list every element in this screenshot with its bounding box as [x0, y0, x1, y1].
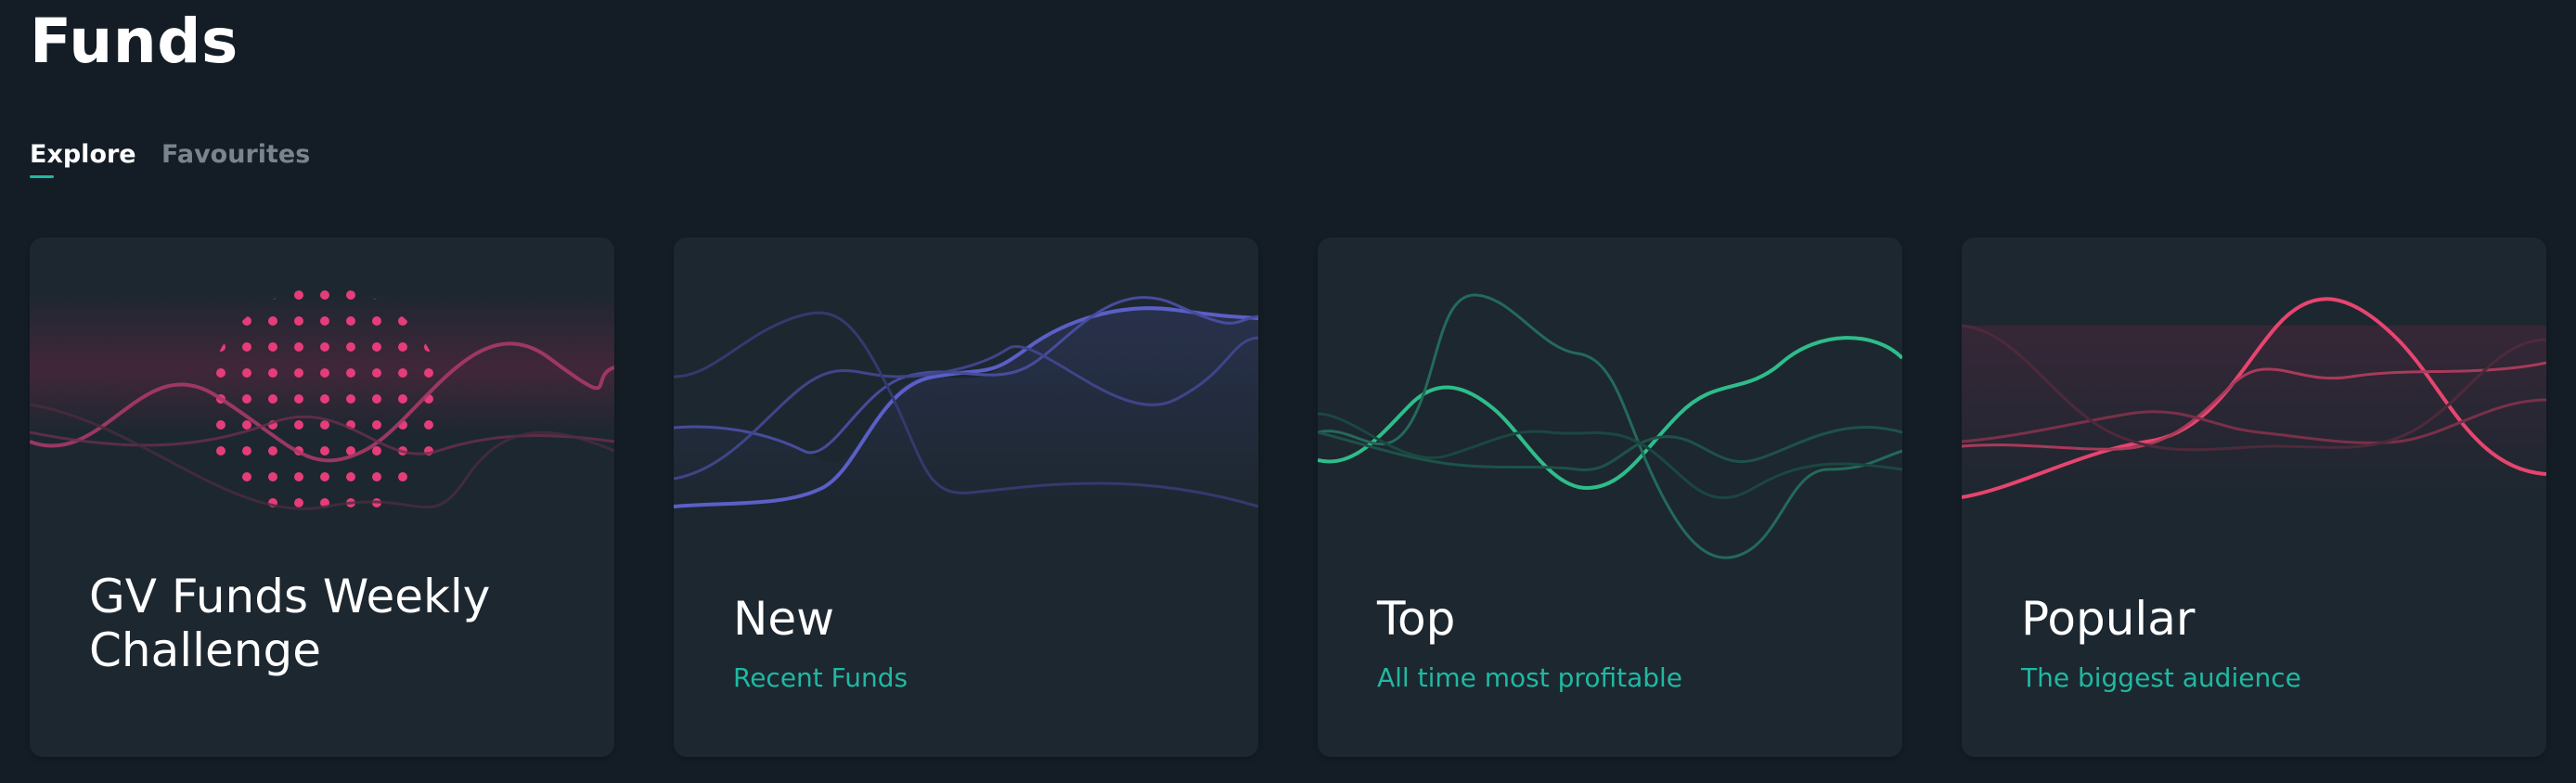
dot-globe-icon: [216, 290, 433, 507]
globe-dot: [424, 472, 433, 481]
globe-dot: [216, 368, 225, 378]
card-top[interactable]: Top All time most profitable: [1318, 237, 1902, 757]
globe-dot: [320, 394, 329, 404]
globe-dot: [346, 290, 355, 300]
globe-dot: [398, 472, 407, 481]
card-title: Top: [1377, 592, 1456, 646]
card-title: New: [733, 592, 835, 646]
globe-dot: [268, 446, 277, 456]
card-gv-funds-weekly-challenge[interactable]: GV Funds Weekly Challenge: [30, 237, 614, 757]
globe-dot: [268, 316, 277, 326]
tab-explore[interactable]: Explore: [30, 139, 136, 171]
card-new[interactable]: New Recent Funds: [674, 237, 1258, 757]
card-subtitle: Recent Funds: [733, 662, 908, 693]
globe-dot: [242, 342, 251, 352]
globe-dot: [294, 420, 303, 430]
globe-dot: [242, 394, 251, 404]
globe-dot: [372, 420, 381, 430]
globe-dot: [346, 342, 355, 352]
globe-dot: [216, 420, 225, 430]
globe-dot: [216, 498, 225, 507]
globe-dot: [320, 368, 329, 378]
globe-dot: [242, 446, 251, 456]
globe-dot: [346, 316, 355, 326]
globe-dot: [294, 472, 303, 481]
globe-dot: [294, 342, 303, 352]
globe-dot: [320, 472, 329, 481]
globe-dot: [398, 368, 407, 378]
globe-dot: [372, 394, 381, 404]
globe-dot: [294, 394, 303, 404]
globe-dot: [294, 316, 303, 326]
card-title: Popular: [2021, 592, 2196, 646]
globe-dot: [268, 472, 277, 481]
globe-dot: [398, 342, 407, 352]
card-art-top: [1318, 293, 1902, 559]
card-art-weekly-challenge: [30, 290, 614, 510]
card-subtitle: The biggest audience: [2021, 662, 2301, 693]
card-title-line-2: Challenge: [89, 623, 321, 677]
globe-dot: [372, 316, 381, 326]
globe-dot: [346, 472, 355, 481]
globe-dot: [320, 342, 329, 352]
card-subtitle: All time most profitable: [1377, 662, 1682, 693]
globe-dot: [268, 342, 277, 352]
globe-dot: [294, 498, 303, 507]
globe-dot: [320, 420, 329, 430]
globe-dot: [372, 368, 381, 378]
globe-dot: [242, 472, 251, 481]
globe-dot: [320, 316, 329, 326]
globe-dot: [372, 446, 381, 456]
globe-dot: [398, 394, 407, 404]
globe-dot: [242, 368, 251, 378]
page-title: Funds: [30, 6, 238, 77]
globe-dot: [268, 368, 277, 378]
globe-dot: [372, 342, 381, 352]
card-art-popular: [1962, 297, 2546, 499]
globe-dot: [268, 394, 277, 404]
card-title-line-1: GV Funds Weekly: [89, 570, 491, 623]
card-popular[interactable]: Popular The biggest audience: [1962, 237, 2546, 757]
tab-favourites[interactable]: Favourites: [161, 139, 310, 171]
globe-dot: [346, 368, 355, 378]
globe-dot: [424, 368, 433, 378]
globe-dot: [320, 290, 329, 300]
globe-dot: [216, 472, 225, 481]
globe-dot: [216, 446, 225, 456]
globe-dot: [294, 290, 303, 300]
globe-dot: [294, 368, 303, 378]
globe-dot: [424, 420, 433, 430]
globe-dot: [346, 394, 355, 404]
card-art-new: [674, 296, 1258, 508]
globe-dot: [372, 472, 381, 481]
globe-dot: [242, 420, 251, 430]
globe-dot: [320, 446, 329, 456]
active-tab-indicator: [30, 175, 54, 178]
